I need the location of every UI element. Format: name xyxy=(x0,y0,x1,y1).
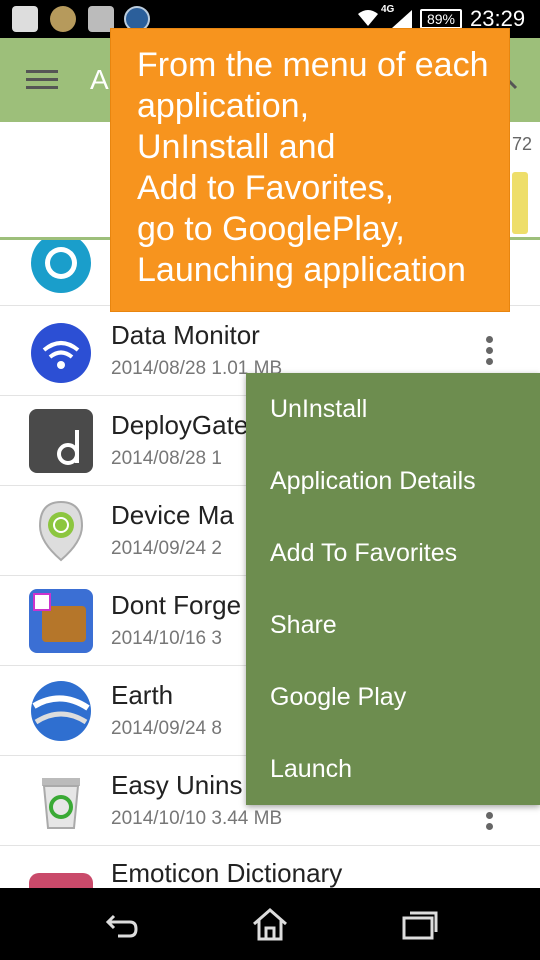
deploygate-icon xyxy=(29,409,93,473)
recycle-bin-icon xyxy=(42,778,80,829)
tooltip-line: go to GooglePlay, xyxy=(137,210,405,248)
app-meta: 2014/09/24 8 xyxy=(111,718,222,739)
app-meta: 2014/10/16 3 xyxy=(111,628,222,649)
overflow-menu-icon[interactable] xyxy=(486,336,496,370)
menu-icon[interactable] xyxy=(26,70,58,90)
home-icon[interactable] xyxy=(250,906,290,942)
gallery-notification-icon xyxy=(12,6,38,32)
favorites-chip[interactable] xyxy=(512,172,528,234)
emoticon-icon xyxy=(29,873,93,888)
app-context-menu: UnInstall Application Details Add To Fav… xyxy=(246,373,540,805)
tooltip-line: Launching application xyxy=(137,251,466,289)
app-name: DeployGate xyxy=(111,410,249,440)
app-meta: 2014/09/24 2 xyxy=(111,538,222,559)
app-name: Emoticon Dictionary xyxy=(111,858,343,888)
menu-item-uninstall[interactable]: UnInstall xyxy=(270,395,367,424)
earth-icon xyxy=(31,681,91,741)
wifi-data-icon xyxy=(31,323,91,383)
app-name: Data Monitor xyxy=(111,320,260,350)
list-item[interactable]: Emoticon Dictionary xyxy=(0,846,540,888)
app-name: Dont Forge xyxy=(111,590,242,620)
menu-item-application-details[interactable]: Application Details xyxy=(270,467,476,496)
battery-indicator: 89% xyxy=(420,9,462,29)
device-manager-icon xyxy=(38,500,84,562)
wallet-icon xyxy=(29,589,93,653)
tooltip-line: From the menu of each xyxy=(137,46,489,84)
app-name: Easy Unins xyxy=(111,770,243,800)
help-tooltip: From the menu of each application, UnIns… xyxy=(110,28,510,312)
app-name: Earth xyxy=(111,680,174,710)
tooltip-line: UnInstall and xyxy=(137,128,336,166)
tooltip-line: application, xyxy=(137,87,310,125)
chrome-remote-desktop-icon xyxy=(31,240,91,293)
menu-item-share[interactable]: Share xyxy=(270,611,337,640)
menu-item-launch[interactable]: Launch xyxy=(270,755,352,784)
wifi-icon xyxy=(358,10,378,26)
page-title: A xyxy=(90,64,109,95)
menu-item-add-to-favorites[interactable]: Add To Favorites xyxy=(270,539,457,568)
menu-item-google-play[interactable]: Google Play xyxy=(270,683,406,712)
signal-icon xyxy=(392,10,412,28)
navigation-bar xyxy=(0,888,540,960)
app-count: 72 xyxy=(511,134,532,154)
app-meta: 2014/08/28 1 xyxy=(111,448,222,469)
recent-apps-icon[interactable] xyxy=(400,906,440,942)
app-notification-icon xyxy=(50,6,76,32)
tooltip-line: Add to Favorites, xyxy=(137,169,395,207)
overflow-menu-icon[interactable] xyxy=(486,812,496,846)
back-icon[interactable] xyxy=(102,906,142,942)
app-meta: 2014/10/10 3.44 MB xyxy=(111,808,283,829)
app-name: Device Ma xyxy=(111,500,234,530)
